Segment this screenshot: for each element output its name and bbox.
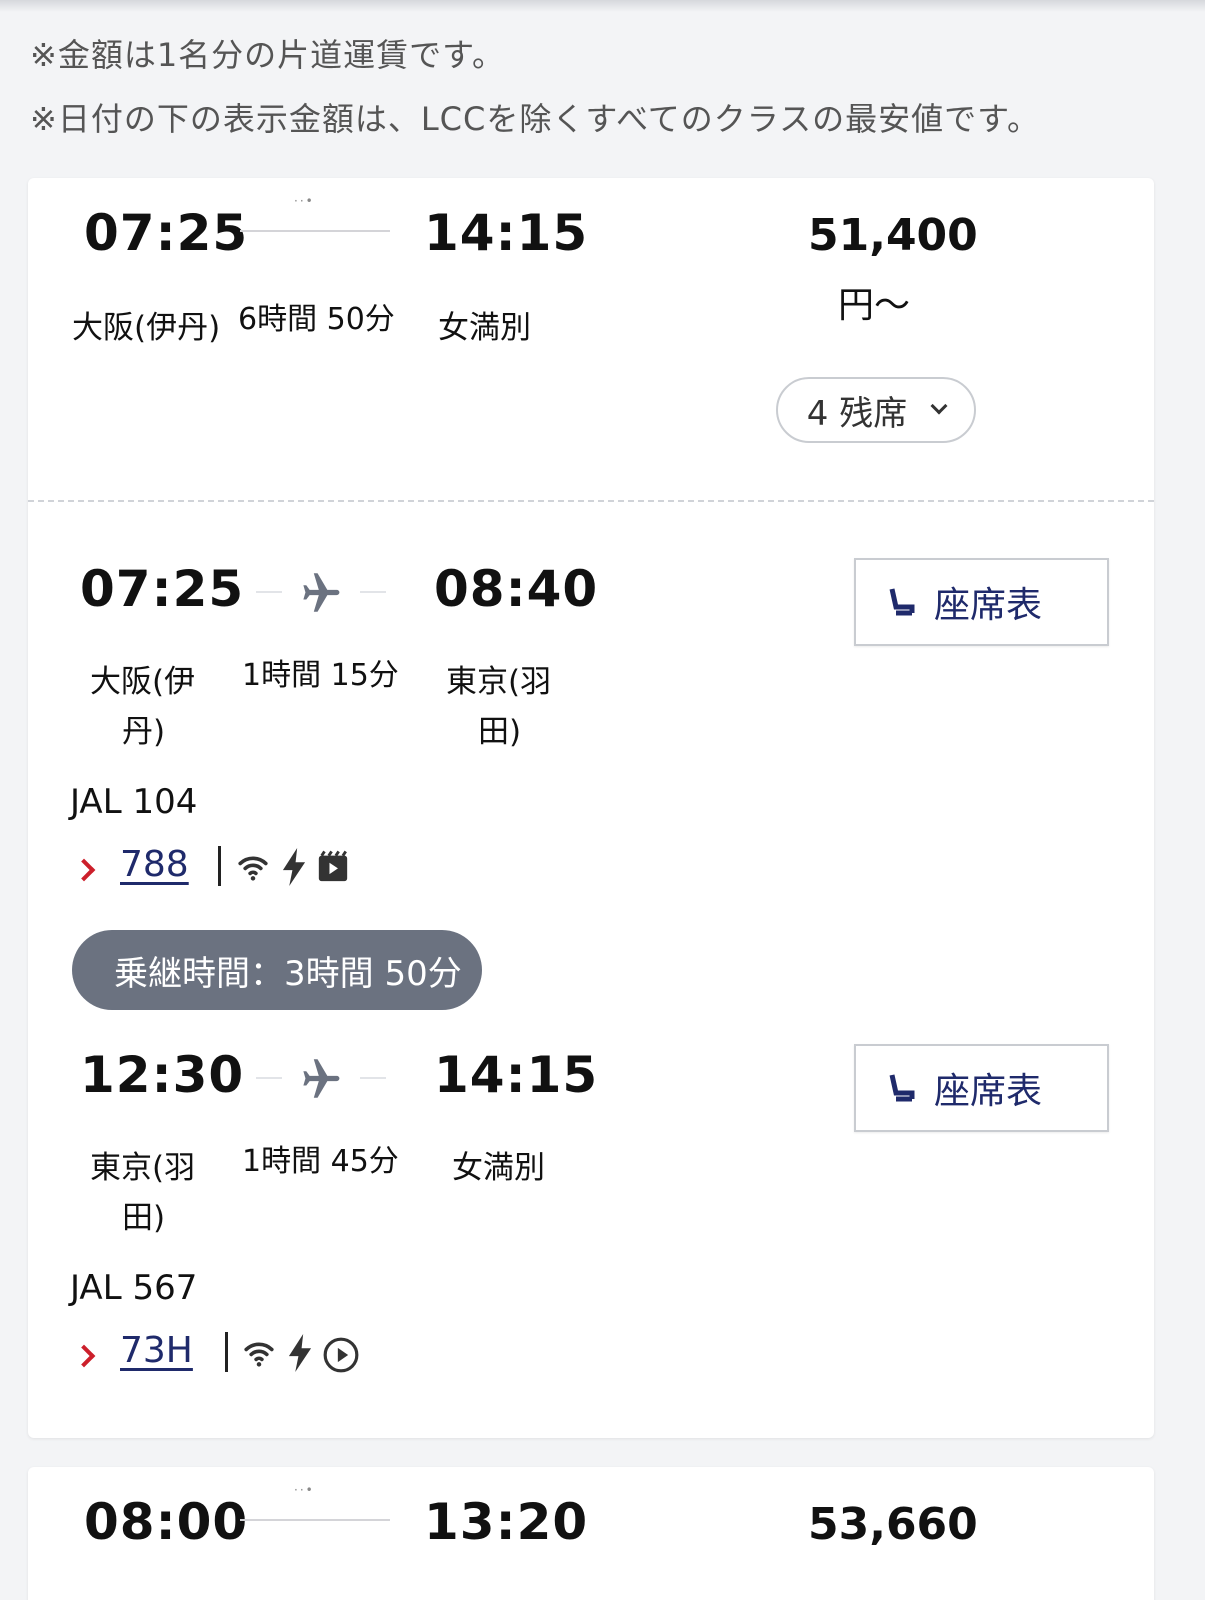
lowest-price-note: ※日付の下の表示金額は、LCCを除くすべてのクラスの最安値です。 xyxy=(30,100,1040,138)
divider xyxy=(218,846,221,886)
route-line xyxy=(240,1519,390,1521)
segment-arrive-city-line2: 田) xyxy=(478,714,522,750)
route-line xyxy=(256,1077,282,1079)
flight-number: JAL 104 xyxy=(70,782,198,822)
seats-left-dropdown[interactable]: 4 残席 xyxy=(776,377,976,443)
flight-option-card[interactable]: 07:25 ··• 14:15 大阪(伊丹) 6時間 50分 女満別 51,40… xyxy=(28,178,1154,1438)
summary-depart-city: 大阪(伊丹) xyxy=(72,310,221,346)
chevron-right-icon xyxy=(72,858,96,882)
price-suffix: 円〜 xyxy=(838,285,911,326)
segment-depart-time: 07:25 xyxy=(80,560,245,618)
seatmap-button[interactable]: 座席表 xyxy=(854,558,1109,646)
route-line xyxy=(240,230,390,232)
stops-indicator-icon: ··• xyxy=(294,194,315,208)
airplane-icon xyxy=(303,573,340,612)
route-line xyxy=(360,1077,386,1079)
video-icon xyxy=(318,850,348,882)
segment-depart-time: 12:30 xyxy=(80,1046,245,1104)
segment-depart-city-line2: 田) xyxy=(122,1200,166,1236)
segment-arrive-city: 女満別 xyxy=(452,1150,545,1186)
seatmap-label: 座席表 xyxy=(934,585,1043,626)
seats-left-label: 4 残席 xyxy=(806,393,908,434)
segment-duration: 1時間 45分 xyxy=(242,1144,399,1179)
summary-depart-time: 07:25 xyxy=(84,204,249,262)
divider xyxy=(225,1332,228,1372)
aircraft-type-link[interactable]: 788 xyxy=(120,844,189,885)
segment-duration: 1時間 15分 xyxy=(242,658,399,693)
summary-arrive-time: 13:20 xyxy=(424,1493,589,1551)
segment-arrive-time: 08:40 xyxy=(434,560,599,618)
route-line xyxy=(360,591,386,593)
power-icon xyxy=(282,848,306,886)
seat-icon xyxy=(889,588,915,616)
summary-arrive-time: 14:15 xyxy=(424,204,589,262)
wifi-icon xyxy=(244,1342,274,1367)
summary-depart-time: 08:00 xyxy=(84,1493,249,1551)
segment-depart-city-line1: 大阪(伊 xyxy=(90,664,196,700)
play-icon xyxy=(323,1337,359,1373)
seatmap-button[interactable]: 座席表 xyxy=(854,1044,1109,1132)
price: 51,400 xyxy=(808,210,978,261)
seat-icon xyxy=(889,1074,915,1102)
segment-depart-city-line1: 東京(羽 xyxy=(90,1150,196,1186)
transfer-time-badge: 乗継時間：3時間 50分 xyxy=(72,930,482,1010)
stops-indicator-icon: ··• xyxy=(294,1483,315,1497)
chevron-right-icon xyxy=(72,1344,96,1368)
power-icon xyxy=(288,1334,312,1372)
route-line xyxy=(256,591,282,593)
top-shadow xyxy=(0,0,1205,12)
summary-duration: 6時間 50分 xyxy=(238,302,395,337)
flight-option-card[interactable]: 08:00 ··• 13:20 53,660 xyxy=(28,1467,1154,1600)
aircraft-type-link[interactable]: 73H xyxy=(120,1330,193,1371)
dashed-divider xyxy=(28,500,1154,502)
chevron-down-icon xyxy=(930,397,948,415)
flight-number: JAL 567 xyxy=(70,1268,198,1308)
airplane-icon xyxy=(303,1059,340,1098)
segment-depart-city-line2: 丹) xyxy=(122,714,166,750)
summary-arrive-city: 女満別 xyxy=(438,310,531,346)
wifi-icon xyxy=(238,856,268,881)
seatmap-label: 座席表 xyxy=(934,1071,1043,1112)
segment-arrive-city-line1: 東京(羽 xyxy=(446,664,552,700)
fare-note: ※金額は1名分の片道運賃です。 xyxy=(30,36,505,74)
price: 53,660 xyxy=(808,1499,978,1550)
segment-arrive-time: 14:15 xyxy=(434,1046,599,1104)
